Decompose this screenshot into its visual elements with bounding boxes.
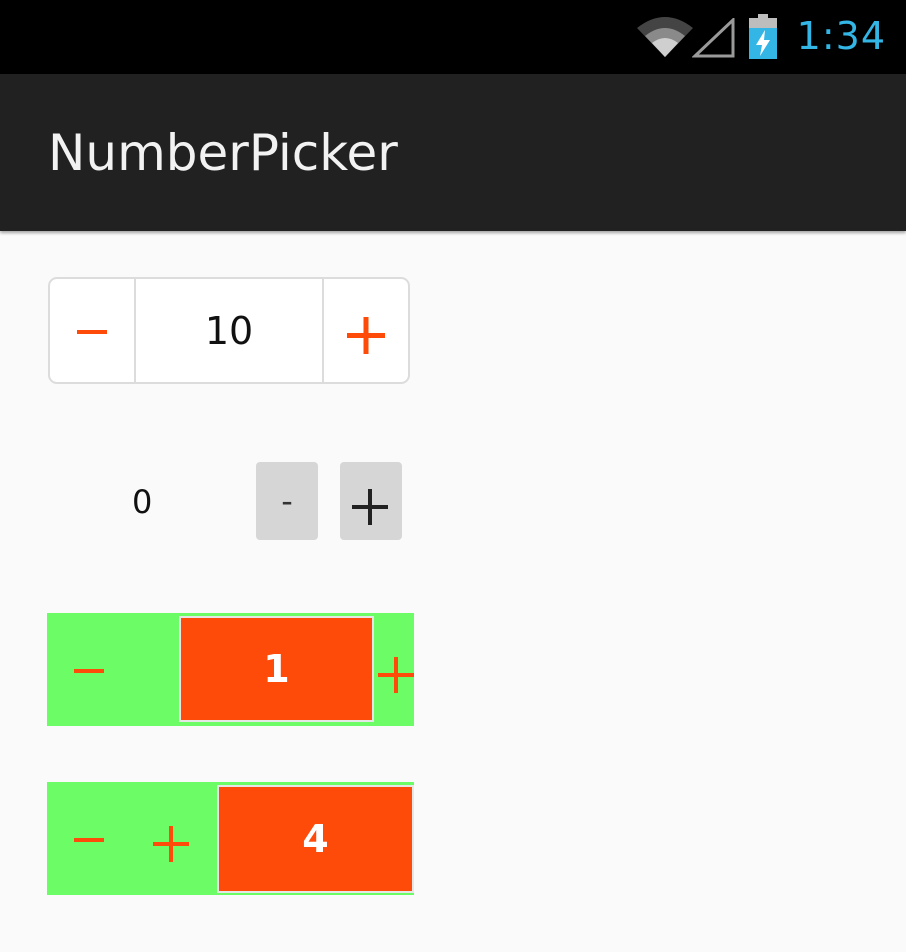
status-bar: 1:34 — [0, 0, 906, 74]
picker-4-increment-button[interactable] — [131, 782, 217, 895]
battery-charging-icon — [749, 14, 777, 59]
plus-icon — [153, 826, 189, 862]
cell-signal-icon — [692, 18, 735, 58]
action-bar: NumberPicker — [0, 74, 906, 231]
picker-4-value[interactable]: 4 — [217, 785, 414, 893]
status-time: 1:34 — [796, 14, 886, 58]
plus-icon — [378, 657, 414, 693]
picker-1-decrement-button[interactable] — [50, 279, 136, 382]
picker-3-value[interactable]: 1 — [179, 616, 374, 722]
picker-3-increment-button[interactable] — [375, 613, 414, 726]
minus-icon — [77, 330, 107, 334]
plus-icon — [347, 317, 385, 354]
picker-2-decrement-button[interactable]: - — [256, 462, 318, 540]
picker-2-value[interactable]: 0 — [132, 483, 152, 521]
picker-4-decrement-button[interactable] — [47, 782, 131, 895]
number-picker-3: 1 — [47, 613, 414, 726]
minus-icon — [74, 838, 104, 842]
app-title: NumberPicker — [48, 124, 398, 182]
number-picker-1: 10 — [48, 277, 410, 384]
picker-1-value[interactable]: 10 — [136, 279, 322, 382]
picker-2-decrement-label: - — [281, 482, 293, 520]
plus-icon — [352, 489, 388, 525]
picker-1-increment-button[interactable] — [322, 279, 408, 382]
minus-icon — [74, 669, 104, 673]
picker-2-increment-button[interactable] — [340, 462, 402, 540]
wifi-icon — [637, 17, 693, 57]
number-picker-4: 4 — [47, 782, 414, 895]
picker-3-decrement-button[interactable] — [47, 613, 131, 726]
